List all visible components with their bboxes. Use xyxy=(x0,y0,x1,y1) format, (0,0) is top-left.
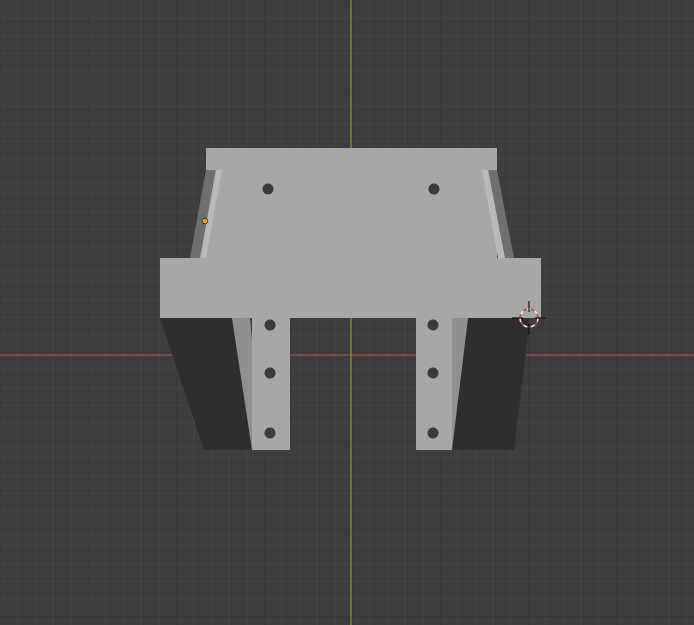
object-origin[interactable] xyxy=(201,217,209,225)
leg-hole xyxy=(427,367,439,379)
leg-hole xyxy=(264,367,276,379)
leg-hole xyxy=(264,427,276,439)
mount-hole xyxy=(262,183,274,195)
mount-hole xyxy=(428,183,440,195)
leg-hole xyxy=(264,319,276,331)
leg-hole xyxy=(427,427,439,439)
viewport-canvas[interactable] xyxy=(0,0,694,625)
leg-hole xyxy=(427,319,439,331)
back-plate xyxy=(206,148,497,258)
3d-viewport[interactable] xyxy=(0,0,694,625)
crossbar xyxy=(160,258,541,318)
